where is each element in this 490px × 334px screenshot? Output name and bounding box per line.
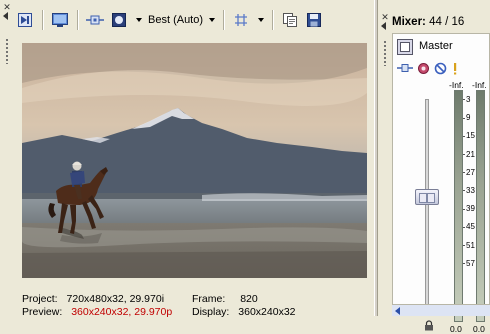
bus-settings-button[interactable] bbox=[417, 62, 430, 75]
preview-value: 360x240x32, 29.970p bbox=[71, 306, 173, 318]
collapse-arrow-icon[interactable] bbox=[3, 12, 8, 20]
video-preview-window: ✕ Best (Auto) Project: 720x480x32, 29.97… bbox=[0, 0, 376, 319]
toolbar-separator bbox=[42, 10, 43, 30]
mixer-window: ✕ Mixer: 44 / 16 Master -Inf. -Inf. 3 9 … bbox=[378, 0, 490, 334]
copy-snapshot-icon bbox=[283, 13, 298, 27]
master-bus-strip: Master -Inf. -Inf. 3 9 15 21 27 33 39 45… bbox=[392, 33, 490, 334]
external-monitor-button[interactable] bbox=[49, 9, 71, 31]
meter-scale-tick: 39 bbox=[463, 205, 476, 213]
overlays-button[interactable] bbox=[230, 9, 252, 31]
solo-icon bbox=[454, 62, 457, 74]
project-info: Project: 720x480x32, 29.970i bbox=[22, 293, 164, 306]
toolbar-separator bbox=[77, 10, 78, 30]
split-screen-icon bbox=[18, 13, 32, 27]
fader-lock-button[interactable] bbox=[424, 320, 434, 334]
mixer-horizontal-scrollbar[interactable] bbox=[392, 304, 490, 316]
master-bus-button[interactable] bbox=[397, 39, 413, 55]
preview-status-bar: Project: 720x480x32, 29.970i Frame: 820 … bbox=[22, 286, 372, 319]
lock-icon bbox=[425, 320, 433, 331]
master-bus-icon bbox=[400, 42, 410, 52]
bus-solo-button[interactable] bbox=[451, 62, 459, 75]
drag-handle-icon[interactable] bbox=[383, 40, 387, 66]
display-label: Display: bbox=[192, 306, 230, 318]
frame-label: Frame: bbox=[192, 293, 226, 305]
preview-quality-dropdown-arrow[interactable] bbox=[209, 18, 216, 22]
save-snapshot-icon bbox=[307, 13, 322, 27]
master-bus-controls bbox=[397, 60, 463, 76]
meter-scale-tick: 33 bbox=[463, 187, 476, 195]
preview-external-monitor-icon bbox=[52, 13, 68, 27]
preview-toolbar: Best (Auto) bbox=[14, 6, 372, 34]
drag-handle-icon[interactable] bbox=[5, 38, 9, 64]
close-icon[interactable]: ✕ bbox=[2, 2, 12, 12]
mixer-title: Mixer: 44 / 16 bbox=[392, 16, 464, 28]
project-label: Project: bbox=[22, 293, 58, 305]
meter-scale-tick: 45 bbox=[463, 223, 476, 231]
meter-scale-tick: 3 bbox=[463, 96, 476, 104]
video-fx-icon bbox=[86, 15, 104, 25]
display-value: 360x240x32 bbox=[238, 306, 296, 318]
split-screen-button[interactable] bbox=[14, 9, 36, 31]
preview-quality-dropdown[interactable]: Best (Auto) bbox=[146, 14, 205, 26]
preview-mode-button[interactable] bbox=[108, 9, 130, 31]
gear-icon bbox=[418, 62, 429, 74]
preview-info: Preview: 360x240x32, 29.970p bbox=[22, 306, 172, 319]
peak-left-readout[interactable]: -Inf. bbox=[449, 80, 464, 90]
bus-fx-icon bbox=[397, 64, 413, 72]
copy-snapshot-button[interactable] bbox=[279, 9, 301, 31]
preview-toggle-icon bbox=[112, 13, 126, 27]
save-snapshot-button[interactable] bbox=[303, 9, 325, 31]
scroll-left-arrow-icon[interactable] bbox=[395, 307, 400, 315]
video-fx-button[interactable] bbox=[84, 9, 106, 31]
master-label: Master bbox=[419, 40, 453, 52]
project-value: 720x480x32, 29.970i bbox=[66, 293, 165, 305]
meter-scale-tick: 9 bbox=[463, 114, 476, 122]
toolbar-separator bbox=[272, 10, 274, 30]
master-volume-fader-thumb[interactable] bbox=[415, 189, 439, 205]
preview-window-gripper[interactable]: ✕ bbox=[2, 2, 12, 72]
meter-scale-tick: 57 bbox=[463, 259, 476, 268]
peak-right-readout[interactable]: -Inf. bbox=[472, 80, 487, 90]
meter-scale: 3 9 15 21 27 33 39 45 51 57 bbox=[463, 90, 476, 322]
grid-overlay-icon bbox=[235, 14, 248, 26]
level-meter-right bbox=[476, 90, 485, 322]
preview-mode-dropdown-arrow[interactable] bbox=[136, 18, 142, 22]
close-icon[interactable]: ✕ bbox=[380, 12, 390, 22]
meter-scale-tick: 21 bbox=[463, 150, 476, 159]
mixer-window-gripper[interactable]: ✕ bbox=[380, 12, 390, 82]
level-right-value: 0.0 bbox=[473, 324, 485, 334]
mixer-title-label: Mixer: bbox=[392, 16, 426, 28]
frame-value: 820 bbox=[240, 293, 258, 305]
meter-scale-tick: 51 bbox=[463, 241, 476, 250]
level-meter-left bbox=[454, 90, 463, 322]
bus-fx-button[interactable] bbox=[397, 62, 413, 74]
display-info: Display: 360x240x32 bbox=[192, 306, 296, 319]
mute-icon bbox=[434, 62, 447, 74]
meter-scale-tick: 27 bbox=[463, 168, 476, 177]
toolbar-separator bbox=[223, 10, 225, 30]
level-left-value: 0.0 bbox=[450, 324, 462, 334]
mixer-title-value: 44 / 16 bbox=[429, 16, 465, 28]
bus-mute-button[interactable] bbox=[434, 62, 447, 75]
collapse-arrow-icon[interactable] bbox=[381, 22, 386, 30]
video-frame[interactable] bbox=[22, 43, 367, 278]
meter-scale-tick: 15 bbox=[463, 132, 476, 140]
frame-info: Frame: 820 bbox=[192, 293, 258, 306]
preview-label: Preview: bbox=[22, 306, 63, 318]
overlays-dropdown-arrow[interactable] bbox=[258, 18, 265, 22]
horse-rider-beach-image bbox=[22, 43, 367, 278]
